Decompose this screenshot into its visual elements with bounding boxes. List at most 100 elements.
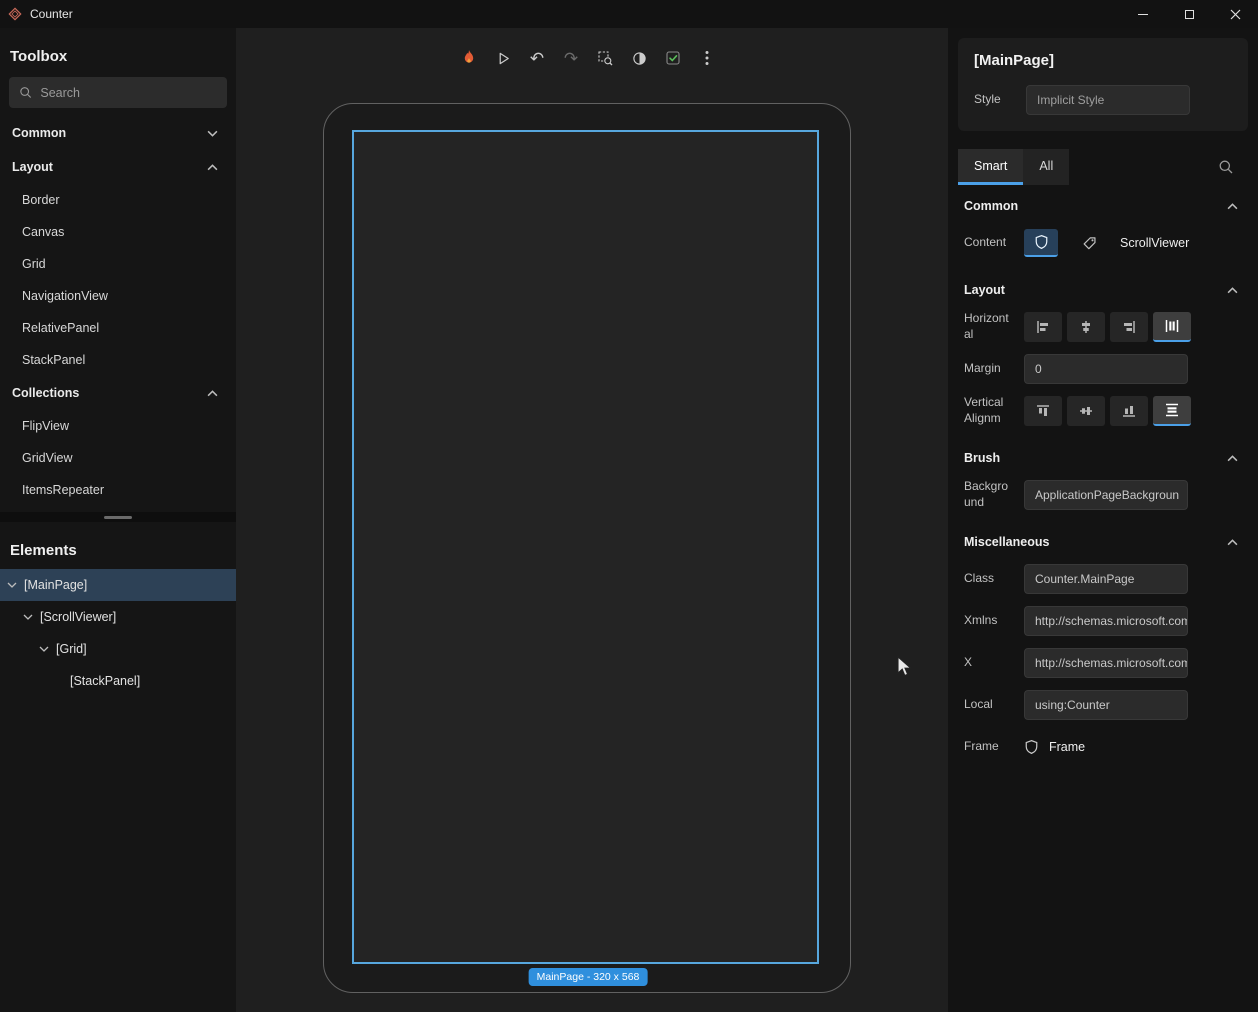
tree-item-mainpage[interactable]: [MainPage]	[0, 569, 236, 601]
tree-item-label: [Grid]	[56, 642, 87, 656]
minimize-button[interactable]	[1120, 0, 1166, 28]
section-label: Layout	[12, 160, 53, 174]
toolbox-item-canvas[interactable]: Canvas	[0, 216, 236, 248]
undo-icon: ↶	[530, 50, 544, 67]
theme-toggle-button[interactable]	[626, 45, 652, 71]
redo-button[interactable]: ↷	[558, 45, 584, 71]
tree-item-stackpanel[interactable]: [StackPanel]	[0, 665, 236, 697]
align-left-button[interactable]	[1024, 312, 1062, 342]
class-input[interactable]: Counter.MainPage	[1024, 564, 1188, 594]
panel-splitter[interactable]	[0, 512, 236, 522]
background-row: Background ApplicationPageBackgroun	[964, 479, 1242, 511]
theme-toggle-icon	[632, 51, 647, 66]
section-label: Collections	[12, 386, 79, 400]
toolbox-item-navigationview[interactable]: NavigationView	[0, 280, 236, 312]
style-input[interactable]: Implicit Style	[1026, 85, 1190, 115]
chevron-down-icon	[207, 130, 218, 137]
margin-label: Margin	[964, 361, 1010, 377]
canvas-toolbar: ↶ ↷	[456, 45, 720, 71]
chevron-down-icon[interactable]	[22, 614, 34, 620]
toolbox-search[interactable]	[9, 77, 227, 108]
align-bottom-button[interactable]	[1110, 396, 1148, 426]
shield-icon	[1034, 234, 1049, 250]
toolbox-item-gridview[interactable]: GridView	[0, 442, 236, 474]
chevron-up-icon	[1227, 539, 1238, 546]
margin-input[interactable]: 0	[1024, 354, 1188, 384]
chevron-down-icon[interactable]	[6, 582, 18, 588]
minimize-icon	[1138, 14, 1148, 15]
x-input[interactable]: http://schemas.microsoft.com	[1024, 648, 1188, 678]
play-button[interactable]	[490, 45, 516, 71]
align-left-icon	[1035, 319, 1051, 335]
frame-row: Frame Frame	[964, 731, 1242, 763]
more-menu-button[interactable]	[694, 45, 720, 71]
zoom-selection-button[interactable]	[592, 45, 618, 71]
section-label: Miscellaneous	[964, 535, 1049, 549]
chevron-up-icon	[207, 390, 218, 397]
search-input[interactable]	[40, 86, 217, 100]
content-property-row: Content ScrollViewer	[964, 227, 1242, 259]
margin-row: Margin 0	[964, 353, 1242, 385]
section-brush[interactable]: Brush	[948, 437, 1258, 473]
content-element-button[interactable]	[1024, 229, 1058, 257]
hot-reload-flame-icon	[461, 49, 477, 67]
chevron-down-icon[interactable]	[38, 646, 50, 652]
section-label: Layout	[964, 283, 1005, 297]
tree-item-grid[interactable]: [Grid]	[0, 633, 236, 665]
background-input[interactable]: ApplicationPageBackgroun	[1024, 480, 1188, 510]
search-icon	[19, 85, 32, 100]
redo-icon: ↷	[564, 50, 578, 67]
section-layout[interactable]: Layout	[948, 269, 1258, 305]
validation-button[interactable]	[660, 45, 686, 71]
content-tag-button[interactable]	[1072, 229, 1106, 257]
align-stretch-vertical-button[interactable]	[1153, 396, 1191, 426]
align-stretch-horizontal-button[interactable]	[1153, 312, 1191, 342]
toolbox-section-common[interactable]: Common	[0, 116, 236, 150]
window-title: Counter	[30, 7, 73, 21]
tree-item-label: [StackPanel]	[70, 674, 140, 688]
mouse-cursor	[896, 656, 916, 678]
align-top-icon	[1035, 403, 1051, 419]
xmlns-value: http://schemas.microsoft.com	[1035, 614, 1188, 628]
toolbox-item-itemsrepeater[interactable]: ItemsRepeater	[0, 474, 236, 506]
maximize-button[interactable]	[1166, 0, 1212, 28]
splitter-grip-icon	[104, 516, 132, 519]
toolbox-section-collections[interactable]: Collections	[0, 376, 236, 410]
align-right-button[interactable]	[1110, 312, 1148, 342]
margin-value: 0	[1035, 362, 1042, 376]
x-label: X	[964, 655, 1010, 671]
tab-all[interactable]: All	[1023, 149, 1069, 185]
tree-item-scrollviewer[interactable]: [ScrollViewer]	[0, 601, 236, 633]
toolbox-section-layout[interactable]: Layout	[0, 150, 236, 184]
toolbox-item-grid[interactable]: Grid	[0, 248, 236, 280]
align-center-vertical-button[interactable]	[1067, 396, 1105, 426]
toolbox-item-flipview[interactable]: FlipView	[0, 410, 236, 442]
section-common[interactable]: Common	[948, 185, 1258, 221]
align-center-horizontal-icon	[1078, 319, 1094, 335]
frame-reference[interactable]: Frame	[1024, 739, 1085, 755]
close-icon	[1230, 9, 1241, 20]
x-row: X http://schemas.microsoft.com	[964, 647, 1242, 679]
content-label: Content	[964, 235, 1010, 251]
inspector-header-card: [MainPage] Style Implicit Style	[958, 38, 1248, 131]
local-input[interactable]: using:Counter	[1024, 690, 1188, 720]
properties-search-button[interactable]	[1218, 159, 1248, 175]
inspector-panel: [MainPage] Style Implicit Style Smart Al…	[948, 28, 1258, 1012]
design-surface-mainpage[interactable]	[352, 130, 819, 964]
tab-smart[interactable]: Smart	[958, 149, 1023, 185]
close-button[interactable]	[1212, 0, 1258, 28]
align-top-button[interactable]	[1024, 396, 1062, 426]
toolbox-item-border[interactable]: Border	[0, 184, 236, 216]
toolbox-item-stackpanel[interactable]: StackPanel	[0, 344, 236, 376]
undo-button[interactable]: ↶	[524, 45, 550, 71]
hot-reload-button[interactable]	[456, 45, 482, 71]
section-miscellaneous[interactable]: Miscellaneous	[948, 521, 1258, 557]
class-value: Counter.MainPage	[1035, 572, 1134, 586]
section-label: Brush	[964, 451, 1000, 465]
toolbox-item-relativepanel[interactable]: RelativePanel	[0, 312, 236, 344]
xmlns-label: Xmlns	[964, 613, 1010, 629]
section-label: Common	[964, 199, 1018, 213]
tag-icon	[1082, 236, 1097, 251]
xmlns-input[interactable]: http://schemas.microsoft.com	[1024, 606, 1188, 636]
align-center-horizontal-button[interactable]	[1067, 312, 1105, 342]
